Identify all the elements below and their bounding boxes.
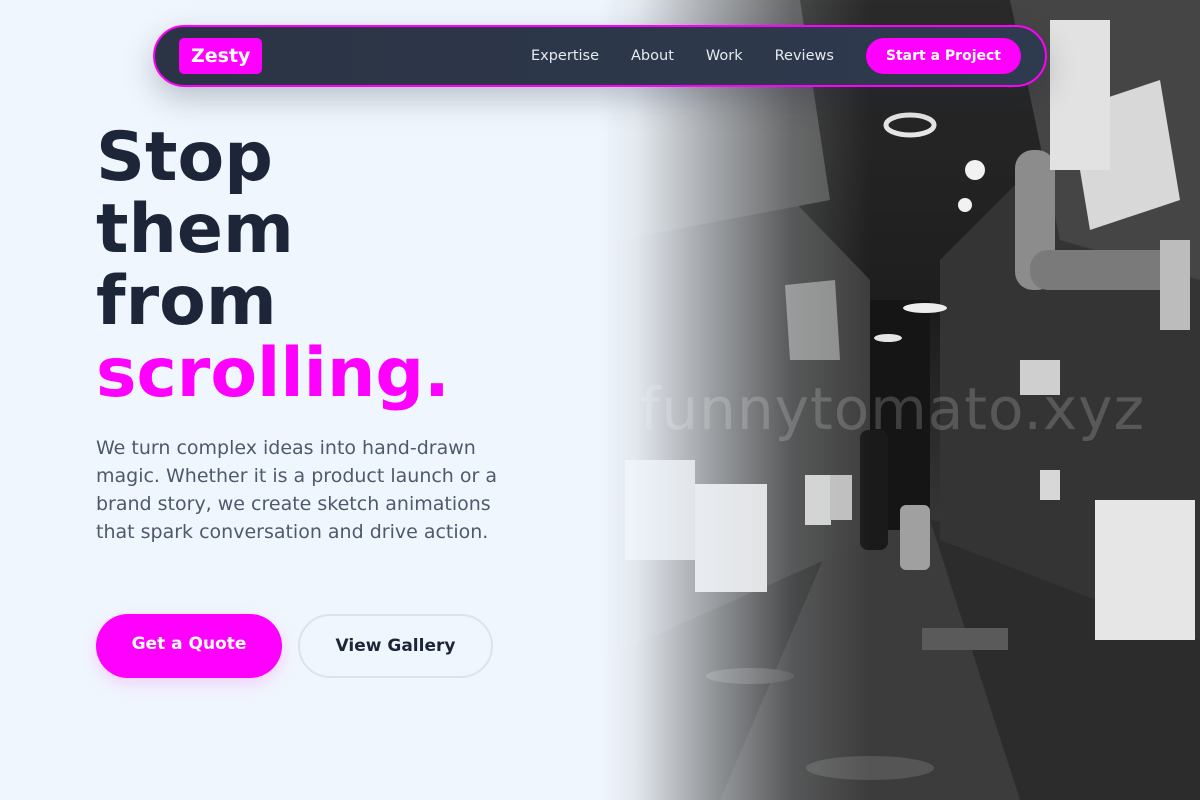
- nav-link-reviews[interactable]: Reviews: [775, 48, 834, 64]
- nav-link-expertise[interactable]: Expertise: [531, 48, 599, 64]
- headline-line-3: from: [96, 262, 277, 341]
- hero-headline: Stop them from scrolling.: [96, 122, 450, 410]
- nav-link-about[interactable]: About: [631, 48, 674, 64]
- nav-links: Expertise About Work Reviews: [531, 48, 834, 64]
- get-quote-button[interactable]: Get a Quote: [96, 614, 282, 678]
- start-project-button[interactable]: Start a Project: [865, 38, 1021, 74]
- nav-link-work[interactable]: Work: [706, 48, 743, 64]
- top-nav: Zesty Expertise About Work Reviews Start…: [153, 25, 1047, 87]
- headline-line-1: Stop: [96, 118, 273, 197]
- headline-accent: scrolling.: [96, 334, 450, 413]
- hero-description: We turn complex ideas into hand-drawn ma…: [96, 437, 498, 543]
- headline-line-2: them: [96, 190, 294, 269]
- watermark-text: funnytomato.xyz: [640, 375, 1146, 443]
- view-gallery-button[interactable]: View Gallery: [298, 614, 493, 678]
- logo[interactable]: Zesty: [179, 38, 263, 74]
